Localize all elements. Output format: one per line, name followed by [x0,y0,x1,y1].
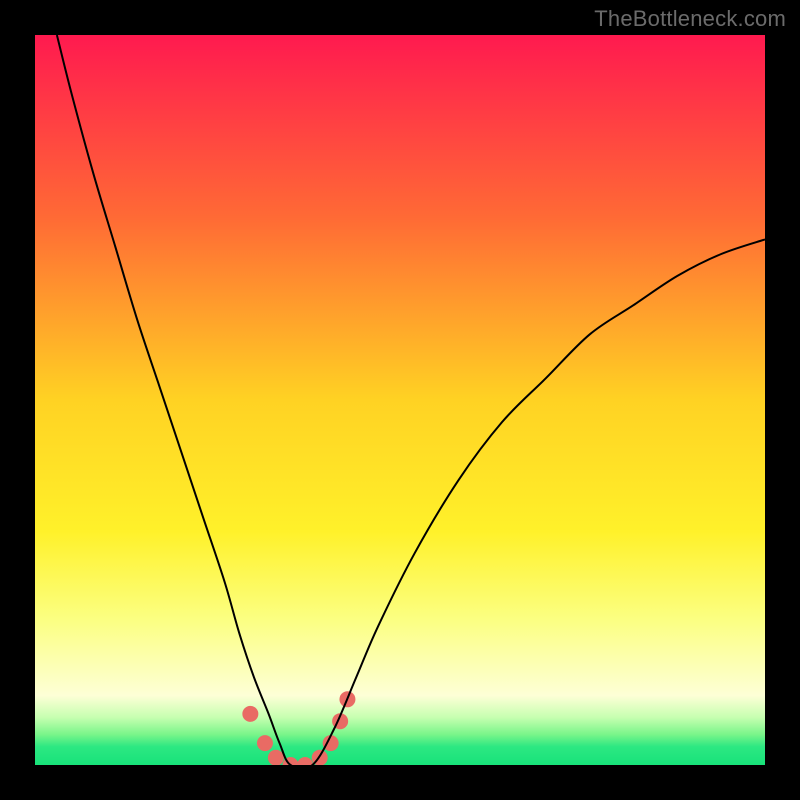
highlight-marker [268,750,284,765]
highlight-markers [242,691,355,765]
highlight-marker [242,706,258,722]
curve-layer [35,35,765,765]
watermark-text: TheBottleneck.com [594,6,786,32]
highlight-marker [297,757,313,765]
bottleneck-curve [57,35,765,765]
plot-area [35,35,765,765]
highlight-marker [257,735,273,751]
chart-container: TheBottleneck.com [0,0,800,800]
